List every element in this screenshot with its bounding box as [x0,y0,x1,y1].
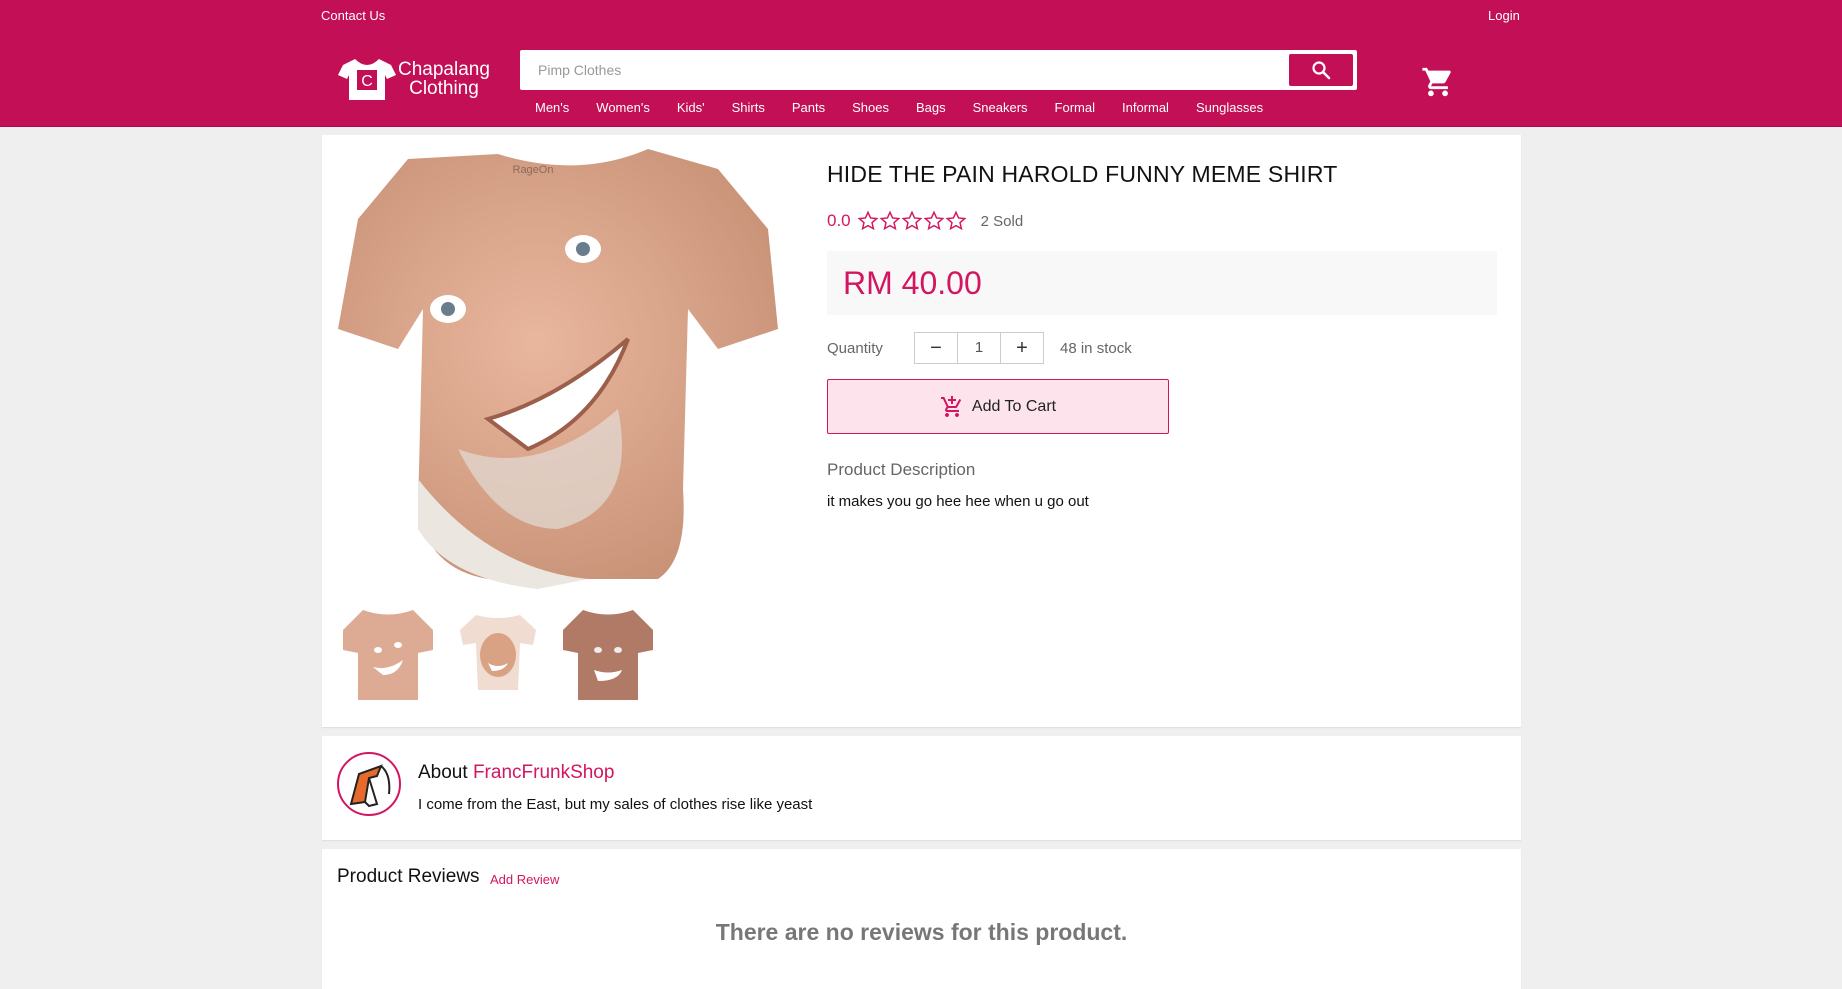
quantity-stepper: − 1 + [914,332,1044,364]
description-text: it makes you go hee hee when u go out [827,493,1089,510]
quantity-label: Quantity [827,339,883,357]
site-logo[interactable]: C Chapalang Clothing [338,57,490,101]
shop-avatar[interactable] [337,752,401,816]
quantity-input[interactable]: 1 [957,333,1001,363]
reviews-heading: Product Reviews [337,866,480,887]
tshirt-logo-icon: C [338,59,396,100]
star-icon [901,210,923,231]
sold-count: 2 Sold [980,212,1024,230]
product-card: RageOn HIDE THE PAIN HAROLD FUNNY MEME S… [322,135,1521,727]
nav-shirts[interactable]: Shirts [732,100,765,115]
search-button[interactable] [1289,54,1353,86]
nav-kids[interactable]: Kids' [677,100,705,115]
thumbnail-1[interactable] [338,605,438,705]
add-to-cart-button[interactable]: Add To Cart [827,379,1169,434]
price-box: RM 40.00 [827,251,1497,315]
logo-line-1: Chapalang [398,59,490,80]
shop-card: About FrancFrunkShop I come from the Eas… [322,736,1521,840]
rating-row: 0.0 2 Sold [827,210,1023,232]
nav-informal[interactable]: Informal [1122,100,1169,115]
no-reviews-message: There are no reviews for this product. [715,919,1128,945]
thumbnail-strip [338,605,668,705]
search-icon [1312,61,1331,80]
star-icon [945,210,967,231]
add-cart-icon [940,395,962,417]
logo-line-2: Clothing [409,78,479,99]
nav-bags[interactable]: Bags [916,100,946,115]
contact-us-link[interactable]: Contact Us [321,8,385,23]
decrement-button[interactable]: − [915,333,957,363]
search-input[interactable] [520,50,1280,90]
logo-letter: C [361,73,373,90]
increment-button[interactable]: + [1001,333,1043,363]
nav-sunglasses[interactable]: Sunglasses [1196,100,1263,115]
nav-pants[interactable]: Pants [792,100,825,115]
rating-value: 0.0 [827,211,851,230]
thumbnail-2[interactable] [448,605,548,705]
search-bar [520,50,1357,90]
thumbnail-3[interactable] [558,605,658,705]
product-title: HIDE THE PAIN HAROLD FUNNY MEME SHIRT [827,161,1338,187]
reviews-card: Product Reviews Add Review There are no … [322,849,1521,989]
star-icon [923,210,945,231]
description-label: Product Description [827,460,976,479]
add-to-cart-label: Add To Cart [971,397,1057,415]
add-review-link[interactable]: Add Review [490,872,559,887]
about-shop-heading: About FrancFrunkShop [418,762,614,784]
star-icon [879,210,901,231]
image-brand-tag: RageOn [513,164,554,176]
site-header: Contact Us Login C Chapalang Clothing Me… [0,0,1842,127]
shop-name-link[interactable]: FrancFrunkShop [473,762,615,783]
star-icon [857,210,879,231]
logo-text: Chapalang Clothing [398,60,490,98]
about-prefix: About [418,762,468,783]
product-main-image: RageOn [338,149,778,589]
nav-mens[interactable]: Men's [535,100,569,115]
category-nav: Men's Women's Kids' Shirts Pants Shoes B… [520,100,1275,115]
stock-count: 48 in stock [1060,339,1132,357]
login-link[interactable]: Login [1488,8,1520,23]
cart-icon[interactable] [1420,65,1456,99]
shop-logo-icon [349,764,391,808]
header-divider [0,126,1842,127]
nav-sneakers[interactable]: Sneakers [973,100,1028,115]
nav-shoes[interactable]: Shoes [852,100,889,115]
nav-formal[interactable]: Formal [1055,100,1095,115]
shop-tagline: I come from the East, but my sales of cl… [418,796,813,813]
nav-womens[interactable]: Women's [596,100,650,115]
product-price: RM 40.00 [843,265,982,301]
quantity-row: Quantity − 1 + 48 in stock [827,332,1132,364]
